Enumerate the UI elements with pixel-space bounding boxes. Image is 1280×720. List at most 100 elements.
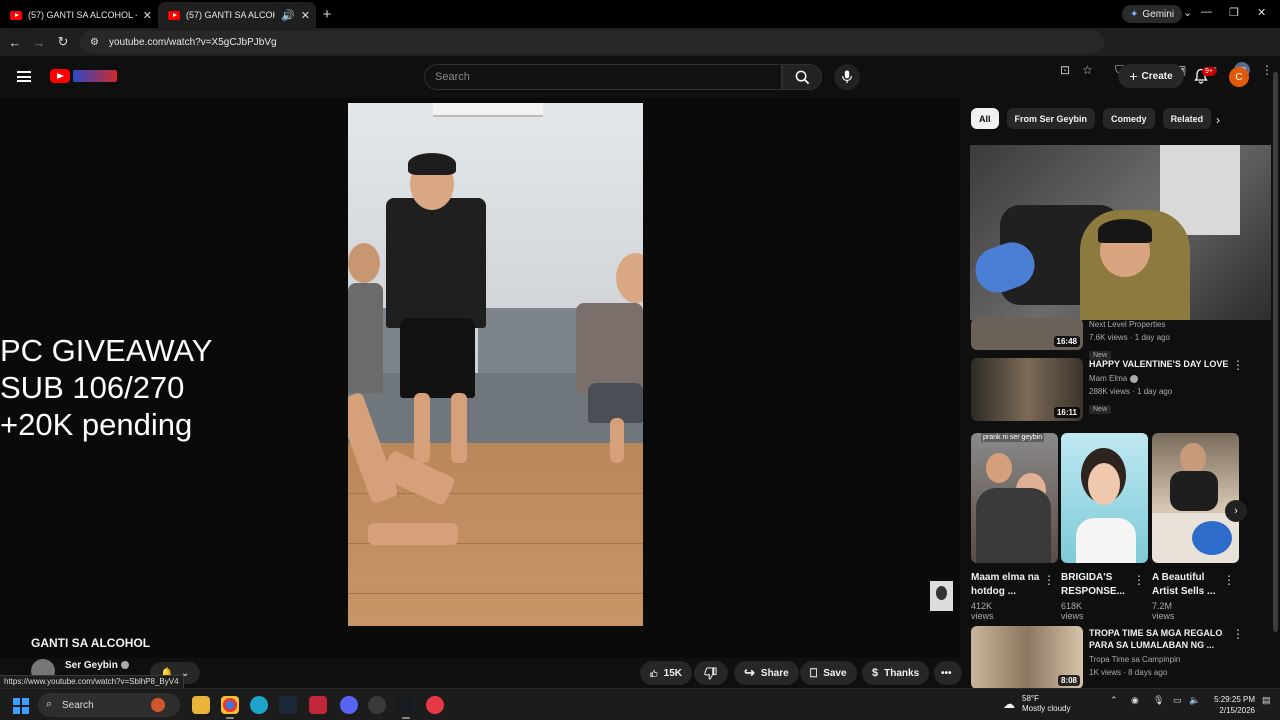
tray-app-icon[interactable]: ◉ xyxy=(1131,695,1139,706)
minimize-icon[interactable]: — xyxy=(1201,6,1212,18)
chips-next-icon[interactable]: › xyxy=(1216,113,1220,127)
short-menu-icon[interactable]: ⋮ xyxy=(1043,573,1055,587)
new-tab-button[interactable]: + xyxy=(316,6,338,23)
share-icon: ↪ xyxy=(744,665,755,680)
account-avatar[interactable]: C xyxy=(1229,67,1249,87)
browser-tab-1[interactable]: (57) GANTI SA ALCOHOL - YouTube ✕ xyxy=(0,2,158,28)
edge-icon[interactable] xyxy=(250,696,268,714)
notification-count-badge: 9+ xyxy=(1202,67,1216,76)
clock-time: 5:29:25 PM xyxy=(1214,695,1255,704)
discord-icon[interactable] xyxy=(340,696,358,714)
gemini-button[interactable]: ✦ Gemini xyxy=(1122,5,1183,23)
video-duration: 8:08 xyxy=(1057,675,1080,686)
windows-start-icon[interactable] xyxy=(13,698,29,714)
reload-icon[interactable]: ↻ xyxy=(51,34,75,50)
back-icon[interactable]: ← xyxy=(3,35,27,50)
video-menu-icon[interactable]: ⋮ xyxy=(1232,358,1244,372)
page-scrollbar[interactable] xyxy=(1271,60,1280,688)
weather-desc: Mostly cloudy xyxy=(1022,704,1071,713)
thanks-label: Thanks xyxy=(884,667,920,679)
steam-icon[interactable] xyxy=(397,696,415,719)
volume-icon[interactable]: 🔈 xyxy=(1189,695,1200,706)
taskbar-clock[interactable]: 5:29:25 PM 2/15/2026 xyxy=(1207,694,1255,716)
search-button[interactable] xyxy=(782,64,822,90)
youtube-favicon-icon xyxy=(10,10,22,20)
chrome-icon[interactable] xyxy=(221,696,239,719)
video-meta: 1K views · 8 days ago xyxy=(1089,668,1168,677)
close-window-icon[interactable]: ✕ xyxy=(1257,6,1266,19)
channel-name-text: Mam Elma xyxy=(1089,374,1128,383)
close-tab-icon[interactable]: ✕ xyxy=(143,9,152,22)
video-aircon xyxy=(433,103,543,117)
media-player-icon[interactable] xyxy=(426,696,444,714)
short-menu-icon[interactable]: ⋮ xyxy=(1223,573,1235,587)
browser-tab-bar: (57) GANTI SA ALCOHOL - YouTube ✕ (57) G… xyxy=(0,0,1280,28)
shorts-next-button[interactable]: › xyxy=(1225,500,1247,522)
scrollbar-thumb[interactable] xyxy=(1273,72,1278,632)
video-frame[interactable] xyxy=(348,103,643,626)
video-thumbnail[interactable]: 16:11 xyxy=(971,358,1083,421)
taskbar-search[interactable]: ⌕ Search xyxy=(38,693,180,717)
site-info-icon[interactable]: ⚙ xyxy=(90,37,99,48)
app-icon[interactable] xyxy=(368,696,386,714)
chip-all[interactable]: All xyxy=(971,108,999,129)
short-title[interactable]: Maam elma na hotdog ... xyxy=(971,571,1045,599)
more-dots-icon: ••• xyxy=(941,667,952,679)
network-icon[interactable]: ▭ xyxy=(1173,695,1182,706)
video-menu-icon[interactable]: ⋮ xyxy=(1232,627,1244,641)
browser-toolbar: ← → ↻ ⚙ youtube.com/watch?v=X5gCJbPJbVg … xyxy=(0,28,1280,78)
short-thumbnail[interactable] xyxy=(1061,433,1148,563)
short-thumbnail[interactable] xyxy=(1152,433,1239,563)
weather-widget[interactable]: 58°F Mostly cloudy xyxy=(1022,694,1070,714)
hamburger-menu-icon[interactable] xyxy=(17,71,31,82)
tray-chevron-up-icon[interactable]: ⌃ xyxy=(1110,695,1118,706)
short-title[interactable]: BRIGIDA'S RESPONSE... xyxy=(1061,571,1135,599)
chip-from-channel[interactable]: From Ser Geybin xyxy=(1006,108,1096,129)
voice-search-button[interactable] xyxy=(834,64,860,90)
share-button[interactable]: ↪ Share xyxy=(734,661,799,685)
create-button[interactable]: + Create xyxy=(1118,64,1184,88)
close-tab-icon[interactable]: ✕ xyxy=(301,9,310,22)
forward-icon[interactable]: → xyxy=(27,35,51,50)
steam-icon[interactable] xyxy=(279,696,297,714)
speaker-icon[interactable]: 🔊 xyxy=(281,9,295,22)
short-title[interactable]: A Beautiful Artist Sells ... xyxy=(1152,571,1226,599)
video-info: TROPA TIME SA MGA REGALO PARA SA LUMALAB… xyxy=(1089,627,1229,679)
short-thumbnail[interactable]: prank ni ser geybin xyxy=(971,433,1058,563)
search-icon xyxy=(795,70,809,84)
thanks-button[interactable]: $ Thanks xyxy=(862,661,930,685)
hover-preview-thumbnail[interactable] xyxy=(970,145,1280,320)
channel-name[interactable]: Ser Geybin xyxy=(65,660,129,671)
file-explorer-icon[interactable] xyxy=(192,696,210,714)
more-actions-button[interactable]: ••• xyxy=(934,661,962,685)
microphone-icon xyxy=(842,70,852,84)
restore-icon[interactable]: ❐ xyxy=(1229,6,1239,19)
video-duration: 16:48 xyxy=(1053,336,1080,347)
tab-title: (57) GANTI SA ALCOHOL - YouTube xyxy=(186,10,275,20)
microphone-icon[interactable]: 🎙 xyxy=(1153,695,1164,706)
short-menu-icon[interactable]: ⋮ xyxy=(1133,573,1145,587)
short-views: 412K views xyxy=(971,601,994,621)
like-button[interactable]: 15K xyxy=(640,661,692,685)
notifications-icon[interactable]: ▤ xyxy=(1262,695,1271,706)
video-thumbnail[interactable]: 8:08 xyxy=(971,626,1083,689)
save-button[interactable]: ⎕ Save xyxy=(800,661,857,685)
chip-related[interactable]: Related xyxy=(1162,108,1212,129)
weather-cloud-icon: ☁ xyxy=(1003,697,1015,711)
short-person-body xyxy=(976,488,1051,563)
browser-tab-2[interactable]: (57) GANTI SA ALCOHOL - YouTube 🔊 ✕ xyxy=(158,2,316,28)
search-input[interactable]: Search xyxy=(424,64,782,90)
dislike-button[interactable] xyxy=(694,661,728,685)
video-person-middle-hair xyxy=(408,153,456,175)
youtube-logo[interactable] xyxy=(50,69,70,83)
app-icon[interactable] xyxy=(309,696,327,714)
address-bar[interactable]: ⚙ youtube.com/watch?v=X5gCJbPJbVg xyxy=(80,31,1104,53)
short-views: 618K views xyxy=(1061,601,1084,621)
channel-watermark[interactable] xyxy=(930,581,953,611)
tab-title: (57) GANTI SA ALCOHOL - YouTube xyxy=(28,10,137,20)
thumbs-down-icon xyxy=(704,666,717,680)
youtube-doodle-logo[interactable] xyxy=(73,70,117,82)
chip-comedy[interactable]: Comedy xyxy=(1103,108,1155,129)
chevron-down-icon[interactable]: ⌄ xyxy=(1183,6,1192,19)
video-thumbnail[interactable]: 16:48 xyxy=(971,318,1083,350)
